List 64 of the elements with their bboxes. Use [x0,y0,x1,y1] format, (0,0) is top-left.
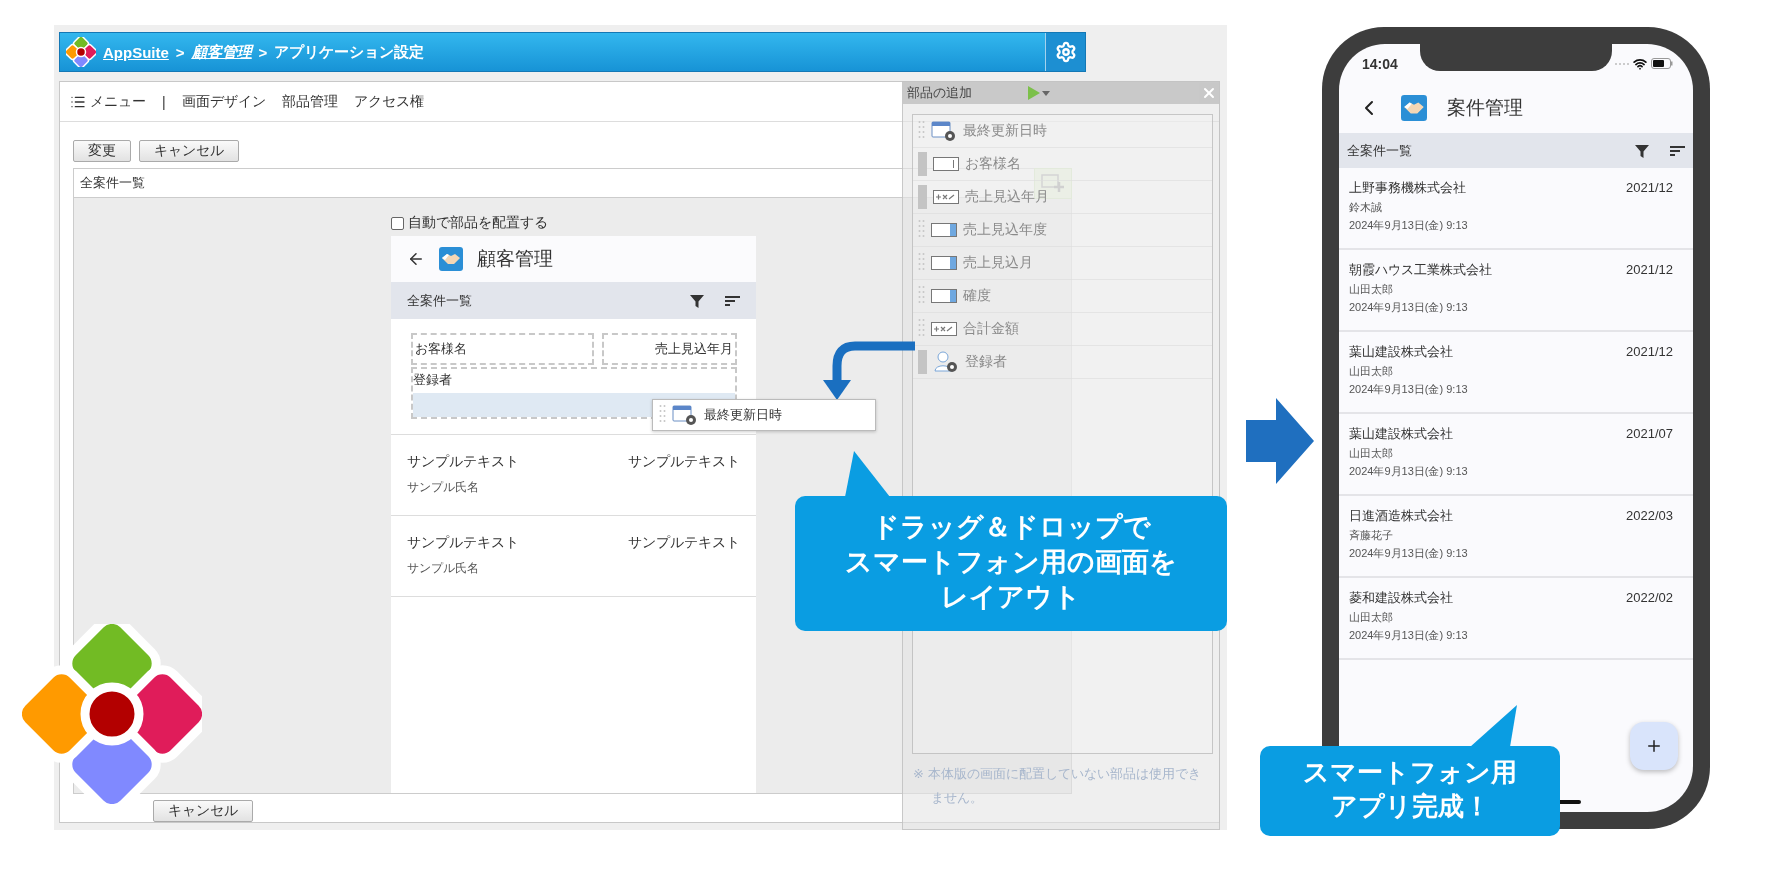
sample-row: サンプルテキスト サンプルテキスト サンプル氏名 [391,435,756,516]
handshake-app-icon [439,247,463,271]
preview-title: 顧客管理 [477,247,553,271]
callout-pointer [845,451,890,497]
callout-bubble: ドラッグ＆ドロップで スマートフォン用の画面を レイアウト [795,496,1227,632]
breadcrumb-separator: > [175,43,185,61]
gear-icon [1054,41,1077,63]
breadcrumb-current: アプリケーション設定 [274,42,425,62]
menu-separator: | [162,93,166,110]
deal-row[interactable]: 上野事務機株式会社 2021/12 鈴木誠 2024年9月13日(金) 9:13 [1339,168,1693,250]
dragged-part-card[interactable]: 最終更新日時 [652,399,876,431]
user-gear-icon [933,350,959,374]
menu-item[interactable]: アクセス権 [353,92,424,111]
panel-note: ※ 本体版の画面に配置していない部品は使用できません。 [913,765,1202,807]
battery-icon [1651,58,1673,69]
part-label: 合計金額 [963,320,1019,338]
back-icon[interactable] [407,250,425,268]
menu-item[interactable]: 部品管理 [281,92,338,111]
part-label: 登録者 [965,353,1007,371]
appsuite-logo-icon [66,37,96,67]
number-box-icon [931,322,957,336]
panel-title: 部品の追加 [907,84,972,102]
callout-pointer [1470,705,1517,747]
cancel-button[interactable]: キャンセル [153,800,253,822]
handshake-app-icon [1401,95,1427,121]
breadcrumb-separator: > [258,43,268,61]
dropdown-box-icon [931,256,957,270]
toolbar-button[interactable]: キャンセル [139,140,239,162]
calendar-gear-icon [672,403,698,427]
deal-row[interactable]: 葉山建設株式会社 2021/12 山田太郎 2024年9月13日(金) 9:13 [1339,332,1693,414]
filter-icon[interactable] [1634,142,1650,159]
part-label: 最終更新日時 [963,122,1047,140]
sort-icon[interactable] [1670,144,1685,157]
part-label: 売上見込年度 [963,221,1047,239]
deal-row[interactable]: 菱和建設株式会社 2022/02 山田太郎 2024年9月13日(金) 9:13 [1339,578,1693,660]
list-title: 全案件一覧 [1347,141,1413,160]
filter-icon[interactable] [689,292,705,309]
menu-item[interactable]: 画面デザイン [181,92,266,111]
deal-row[interactable]: 日進酒造株式会社 2022/03 斉藤花子 2024年9月13日(金) 9:13 [1339,496,1693,578]
plus-icon [1645,737,1663,755]
part-label: 売上見込月 [963,254,1033,272]
close-icon [1201,85,1217,101]
text-box-icon [933,157,959,171]
list-title: 全案件一覧 [407,291,473,310]
number-box-icon [933,190,959,204]
status-time: 14:04 [1362,55,1398,72]
right-arrow-icon [1246,398,1314,484]
wifi-icon [1633,56,1647,71]
deal-row[interactable]: 朝霞ハウス工業株式会社 2021/12 山田太郎 2024年9月13日(金) 9:13 [1339,250,1693,332]
menu-item[interactable]: メニュー [90,92,146,111]
calendar-gear-icon [931,119,957,143]
toolbar-button[interactable]: 変更 [73,140,131,162]
settings-button[interactable] [1045,33,1085,71]
play-menu-icon[interactable] [1028,86,1050,100]
deal-row[interactable]: 葉山建設株式会社 2021/07 山田太郎 2024年9月13日(金) 9:13 [1339,414,1693,496]
sort-icon[interactable] [725,294,740,307]
signal-icon [1615,61,1629,66]
part-label: 確度 [963,287,991,305]
dropdown-box-icon [931,223,957,237]
sample-row: サンプルテキスト サンプルテキスト サンプル氏名 [391,516,756,597]
app-title: 案件管理 [1447,96,1523,120]
layout-slot[interactable]: お客様名 [411,333,594,365]
layout-slot[interactable]: 売上見込年月 [602,333,737,365]
dropdown-box-icon [931,289,957,303]
